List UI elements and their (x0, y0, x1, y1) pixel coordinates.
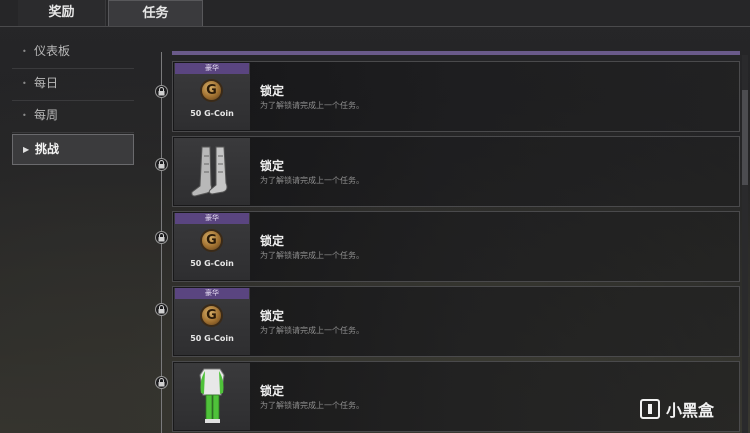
mission-description: 为了解锁请完成上一个任务。 (260, 401, 364, 410)
mission-row[interactable]: 豪华 G 50 G-Coin 锁定 为了解锁请完成上一个任务。 (172, 286, 740, 357)
nav-item-daily[interactable]: • 每日 (12, 70, 134, 101)
mission-row[interactable]: 锁定 为了解锁请完成上一个任务。 (172, 136, 740, 207)
lock-icon (155, 85, 168, 98)
mission-description: 为了解锁请完成上一个任务。 (260, 176, 364, 185)
play-arrow-icon: ▶ (23, 145, 30, 154)
mission-description: 为了解锁请完成上一个任务。 (260, 101, 364, 110)
tab-reward[interactable]: 奖励 (18, 0, 106, 26)
mission-description: 为了解锁请完成上一个任务。 (260, 251, 364, 260)
reward-thumbnail: 豪华 G 50 G-Coin (174, 213, 250, 280)
g-coin-icon: G (200, 79, 223, 102)
heybox-logo-icon (640, 399, 660, 419)
outfit-icon (199, 368, 225, 423)
lock-icon (155, 303, 168, 316)
bullet-icon: • (22, 47, 27, 56)
mission-list-top-bar (172, 51, 740, 55)
nav-item-weekly[interactable]: • 每周 (12, 102, 134, 133)
nav-item-label: 仪表板 (34, 44, 71, 58)
tab-divider (0, 26, 750, 27)
nav-item-challenge[interactable]: ▶ 挑战 (12, 134, 134, 165)
top-tab-bar: 奖励 任务 (0, 0, 750, 27)
deluxe-badge: 豪华 (175, 288, 249, 299)
reward-thumbnail (174, 138, 250, 205)
deluxe-badge: 豪华 (175, 213, 249, 224)
g-coin-icon: G (200, 229, 223, 252)
reward-label: 50 G-Coin (190, 334, 234, 343)
mission-title: 锁定 (260, 234, 285, 248)
nav-item-dashboard[interactable]: • 仪表板 (12, 38, 134, 69)
mission-description: 为了解锁请完成上一个任务。 (260, 326, 364, 335)
tab-task[interactable]: 任务 (108, 0, 203, 27)
bullet-icon: • (22, 79, 27, 88)
lock-icon (155, 158, 168, 171)
reward-thumbnail: 豪华 G 50 G-Coin (174, 288, 250, 355)
watermark-text: 小黑盒 (666, 401, 715, 420)
mission-title: 锁定 (260, 84, 285, 98)
lock-icon (155, 376, 168, 389)
lock-icon (155, 231, 168, 244)
reward-label: 50 G-Coin (190, 109, 234, 118)
scrollbar[interactable] (742, 55, 748, 433)
nav-item-label: 挑战 (35, 142, 60, 156)
boots-icon (191, 146, 228, 197)
deluxe-badge: 豪华 (175, 63, 249, 74)
reward-thumbnail: 豪华 G 50 G-Coin (174, 63, 250, 130)
nav-item-label: 每日 (34, 76, 59, 90)
mission-title: 锁定 (260, 384, 285, 398)
reward-thumbnail (174, 363, 250, 430)
scrollbar-thumb[interactable] (742, 90, 748, 185)
mission-title: 锁定 (260, 309, 285, 323)
reward-label: 50 G-Coin (190, 259, 234, 268)
mission-row[interactable]: 豪华 G 50 G-Coin 锁定 为了解锁请完成上一个任务。 (172, 61, 740, 132)
watermark: 小黑盒 (640, 396, 714, 422)
mission-title: 锁定 (260, 159, 285, 173)
nav-item-label: 每周 (34, 108, 59, 122)
side-nav: • 仪表板 • 每日 • 每周 ▶ 挑战 (12, 38, 134, 166)
mission-row[interactable]: 豪华 G 50 G-Coin 锁定 为了解锁请完成上一个任务。 (172, 211, 740, 282)
g-coin-icon: G (200, 304, 223, 327)
bullet-icon: • (22, 111, 27, 120)
